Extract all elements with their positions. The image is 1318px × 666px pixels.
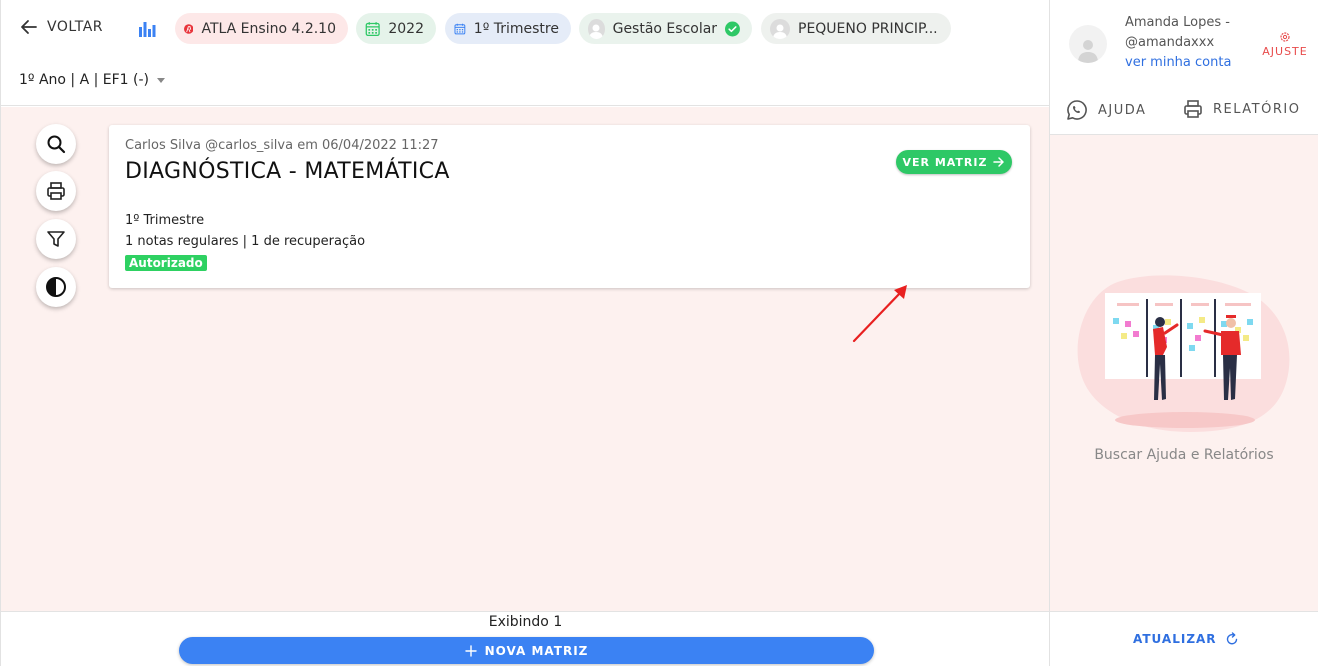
gear-icon [1280,32,1290,42]
help-label: AJUDA [1098,102,1147,118]
new-matrix-label: NOVA MATRIZ [484,643,589,658]
status-badge: Autorizado [125,255,207,271]
search-icon [47,135,66,154]
contrast-button[interactable] [36,267,76,307]
class-selector[interactable]: 1º Ano | A | EF1 (-) [19,72,166,88]
term-label: 1º Trimestre [473,20,559,37]
side-footer: ATUALIZAR [1050,611,1318,666]
refresh-icon [1226,632,1237,645]
card-author: Carlos Silva @carlos_silva em 06/04/2022… [125,138,439,153]
empty-state-text: Buscar Ajuda e Relatórios [1094,447,1274,463]
report-label: RELATÓRIO [1213,101,1301,117]
view-matrix-button[interactable]: VER MATRIZ [896,150,1012,174]
filter-icon [47,231,65,247]
refresh-button[interactable]: ATUALIZAR [1133,632,1239,646]
atla-logo-icon [184,23,194,34]
contrast-icon [46,277,66,297]
filter-button[interactable] [36,219,76,259]
module-label: Gestão Escolar [612,20,718,37]
matrix-card: Carlos Silva @carlos_silva em 06/04/2022… [109,125,1030,288]
user-handle: @amandaxxx [1125,35,1215,50]
term-chip[interactable]: 1º Trimestre [445,13,571,44]
school-chip[interactable]: PEQUENO PRINCIP... [761,13,951,44]
avatar[interactable] [1069,25,1107,63]
check-circle-icon [725,21,740,36]
user-icon [1078,40,1098,63]
plus-icon [464,644,477,657]
view-matrix-label: VER MATRIZ [902,155,988,169]
app-version-chip[interactable]: ATLA Ensino 4.2.10 [175,13,348,44]
search-button[interactable] [36,124,76,164]
app-version-label: ATLA Ensino 4.2.10 [201,20,336,37]
right-panel: Amanda Lopes - @amandaxxx ver minha cont… [1049,0,1318,666]
printer-icon [1184,100,1202,118]
user-icon [588,18,605,39]
user-display-name: Amanda Lopes - [1125,15,1230,30]
help-button[interactable]: AJUDA [1066,99,1146,121]
help-panel: Buscar Ajuda e Relatórios [1050,135,1318,611]
footer: Exibindo 1 NOVA MATRIZ [1,611,1050,666]
module-chip[interactable]: Gestão Escolar [579,13,752,44]
annotation-arrow [852,285,907,343]
back-label: VOLTAR [47,19,103,35]
new-matrix-button[interactable]: NOVA MATRIZ [179,637,874,664]
whatsapp-icon [1067,100,1087,120]
team-board-illustration [1077,275,1290,432]
card-title: DIAGNÓSTICA - MATEMÁTICA [125,159,450,184]
print-button[interactable] [36,171,76,211]
user-icon [770,18,790,39]
calendar-icon [454,23,466,34]
user-name: Amanda Lopes - @amandaxxx [1125,13,1230,53]
result-count: Exibindo 1 [488,614,563,630]
settings-button[interactable]: AJUSTE [1259,31,1311,58]
report-button[interactable]: RELATÓRIO [1183,99,1300,119]
year-label: 2022 [388,20,424,37]
class-selector-label: 1º Ano | A | EF1 (-) [19,72,150,88]
settings-label: AJUSTE [1262,45,1308,58]
printer-icon [47,182,65,200]
account-link[interactable]: ver minha conta [1125,55,1231,70]
side-actions: AJUDA RELATÓRIO [1050,91,1318,135]
caret-down-icon [157,77,166,83]
refresh-label: ATUALIZAR [1133,632,1217,646]
arrow-left-icon [21,20,37,34]
bar-chart-icon[interactable] [138,18,156,38]
content-area: Carlos Silva @carlos_silva em 06/04/2022… [1,107,1050,611]
year-chip[interactable]: 2022 [356,13,436,44]
arrow-right-icon [993,157,1005,167]
card-notes: 1 notas regulares | 1 de recuperação [125,234,366,249]
top-bar: VOLTAR ATLA Ensino 4.2.10 2022 1º Trimes… [1,0,1050,106]
calendar-icon [365,21,380,36]
main-area: VOLTAR ATLA Ensino 4.2.10 2022 1º Trimes… [0,0,1050,666]
card-period: 1º Trimestre [125,213,205,228]
school-label: PEQUENO PRINCIP... [798,20,938,37]
back-button[interactable]: VOLTAR [19,17,103,37]
